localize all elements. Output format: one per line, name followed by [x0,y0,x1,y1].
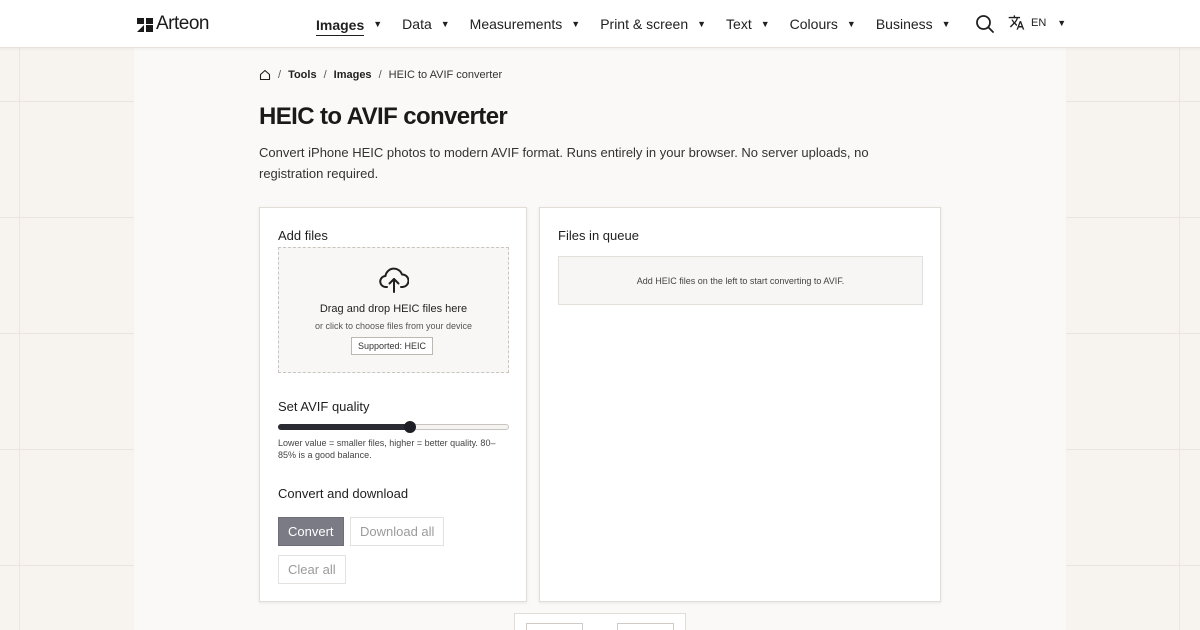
convert-button[interactable]: Convert [278,517,344,546]
caret-down-icon: ▼ [846,19,856,29]
caret-down-icon: ▼ [697,19,707,29]
quality-slider[interactable] [278,421,509,433]
bottom-box-right [617,623,674,630]
language-selector[interactable]: EN ▼ [1008,14,1066,31]
queue-title: Files in queue [558,228,639,243]
breadcrumb-separator: / [278,69,282,81]
breadcrumb: / Tools / Images / HEIC to AVIF converte… [259,69,502,81]
nav-item-label: Measurements [469,16,563,32]
nav-item-colours[interactable]: Colours ▼ [790,16,856,32]
brand-name: Arteon [156,13,209,34]
convert-section-title: Convert and download [278,486,409,501]
nav-item-print-screen[interactable]: Print & screen ▼ [600,16,706,32]
nav-item-images[interactable]: Images ▼ [316,13,382,36]
nav-item-measurements[interactable]: Measurements ▼ [470,16,581,32]
home-icon[interactable] [259,69,271,81]
supported-format-badge: Supported: HEIC [351,337,434,355]
translate-icon [1008,15,1025,30]
quality-hint: Lower value = smaller files, higher = be… [278,438,496,460]
slider-thumb[interactable] [403,421,416,433]
nav-item-label: Images [316,17,365,36]
add-files-title: Add files [278,228,328,243]
dropzone-title: Drag and drop HEIC files here [319,303,468,315]
main-nav: Images ▼ Data ▼ Measurements ▼ Print & s… [316,0,971,48]
breadcrumb-tools[interactable]: Tools [288,69,317,81]
clear-all-button[interactable]: Clear all [278,555,346,584]
breadcrumb-separator: / [378,69,382,81]
bottom-panel [514,613,686,630]
bottom-box-left [526,623,583,630]
caret-down-icon: ▼ [1057,17,1067,28]
search-button[interactable] [975,14,995,34]
breadcrumb-separator: / [323,69,327,81]
main-content: / Tools / Images / HEIC to AVIF converte… [134,48,1066,630]
dropzone-subtitle: or click to choose files from your devic… [314,321,473,331]
quality-title: Set AVIF quality [278,399,370,414]
nav-item-data[interactable]: Data ▼ [402,16,450,32]
logo-icon [137,18,153,32]
site-header: Arteon Images ▼ Data ▼ Measurements ▼ Pr… [0,0,1200,48]
file-dropzone[interactable]: Drag and drop HEIC files here or click t… [278,247,509,373]
nav-item-label: Business [875,16,933,32]
caret-down-icon: ▼ [941,19,951,29]
nav-item-label: Data [402,16,432,32]
cloud-upload-icon [379,267,409,293]
queue-empty-message: Add HEIC files on the left to start conv… [558,256,923,305]
add-files-panel: Add files Drag and drop HEIC files here … [259,207,527,602]
search-icon [976,15,994,33]
language-code: EN [1031,16,1047,29]
queue-panel: Files in queue Add HEIC files on the lef… [539,207,941,602]
page-title: HEIC to AVIF converter [259,103,508,130]
nav-item-label: Text [726,16,752,32]
caret-down-icon: ▼ [760,19,770,29]
page-description: Convert iPhone HEIC photos to modern AVI… [259,145,869,181]
download-all-button[interactable]: Download all [350,517,445,546]
slider-fill [278,424,410,430]
caret-down-icon: ▼ [571,19,581,29]
brand-logo[interactable]: Arteon [137,13,209,35]
nav-item-label: Colours [789,16,838,32]
nav-item-text[interactable]: Text ▼ [726,16,770,32]
nav-item-label: Print & screen [600,16,689,32]
caret-down-icon: ▼ [373,19,383,29]
caret-down-icon: ▼ [440,19,450,29]
breadcrumb-current: HEIC to AVIF converter [388,69,503,81]
nav-item-business[interactable]: Business ▼ [876,16,951,32]
breadcrumb-images[interactable]: Images [334,69,372,81]
